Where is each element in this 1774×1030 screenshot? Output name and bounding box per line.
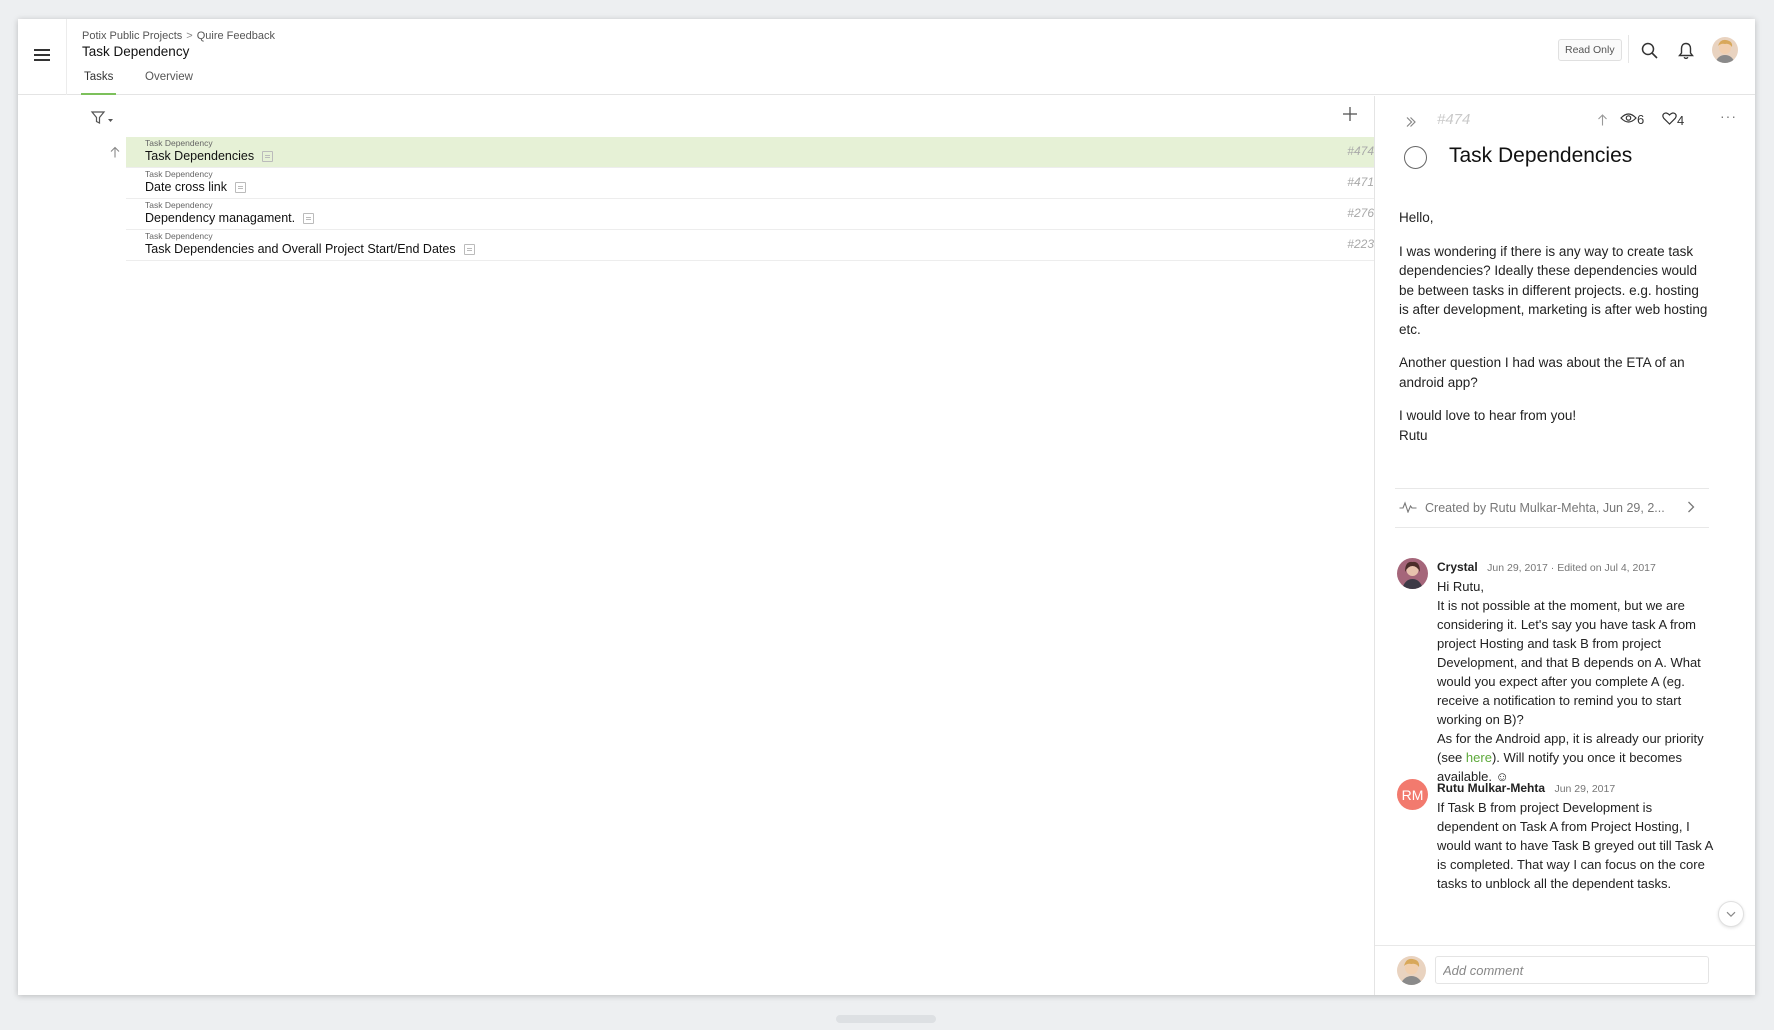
note-icon — [262, 150, 274, 162]
comment-paragraph: It is not possible at the moment, but we… — [1437, 598, 1701, 727]
task-description: Hello, I was wondering if there is any w… — [1399, 208, 1709, 445]
collapse-panel-icon[interactable] — [1405, 115, 1417, 133]
comment-body: If Task B from project Development is de… — [1437, 800, 1713, 891]
task-name[interactable]: Date cross link — [145, 180, 246, 194]
task-name[interactable]: Task Dependencies and Overall Project St… — [145, 242, 475, 256]
description-paragraph: Another question I had was about the ETA… — [1399, 355, 1685, 390]
comment-author[interactable]: Crystal — [1437, 560, 1478, 574]
task-row[interactable]: Task Dependency Task Dependencies and Ov… — [126, 230, 1374, 261]
comment-date: Jun 29, 2017 — [1554, 783, 1616, 795]
task-category: Task Dependency — [145, 231, 213, 241]
task-row[interactable]: Task Dependency Task Dependencies #474 — [126, 137, 1374, 168]
header-divider — [1628, 35, 1629, 63]
task-name-text: Date cross link — [145, 180, 227, 194]
comment-composer — [1375, 945, 1755, 995]
comment-date: Jun 29, 2017 · Edited on Jul 4, 2017 — [1487, 562, 1656, 574]
task-category: Task Dependency — [145, 169, 213, 179]
avatar — [1397, 956, 1426, 985]
tab-overview[interactable]: Overview — [145, 71, 193, 95]
breadcrumb-separator: > — [186, 30, 193, 42]
task-row[interactable]: Task Dependency Date cross link #471 — [126, 168, 1374, 199]
heart-icon — [1662, 112, 1677, 128]
task-list-panel: Task Dependency Task Dependencies #474 T… — [18, 96, 1374, 995]
task-row[interactable]: Task Dependency Dependency managament. #… — [126, 199, 1374, 230]
watchers-count[interactable]: 6 — [1620, 112, 1644, 127]
comment-author[interactable]: Rutu Mulkar-Mehta — [1437, 781, 1545, 795]
eye-icon — [1620, 112, 1637, 127]
task-detail-id: #474 — [1437, 111, 1471, 128]
arrow-up-icon[interactable] — [1596, 113, 1609, 131]
activity-text: Created by Rutu Mulkar-Mehta, Jun 29, 2.… — [1425, 501, 1665, 515]
task-detail-title[interactable]: Task Dependencies — [1449, 144, 1632, 168]
comment-paragraph: As for the Android app, it is already ou… — [1437, 729, 1717, 786]
page-title: Task Dependency — [82, 44, 190, 59]
chevron-right-icon — [1687, 501, 1695, 516]
description-paragraph: Hello, — [1399, 210, 1434, 225]
activity-icon — [1399, 500, 1417, 516]
description-paragraph: I was wondering if there is any way to c… — [1399, 243, 1708, 337]
task-name-text: Dependency managament. — [145, 211, 296, 225]
likes-number: 4 — [1677, 112, 1685, 128]
task-name-text: Task Dependencies and Overall Project St… — [145, 242, 456, 256]
add-comment-input[interactable] — [1435, 956, 1709, 984]
top-header: Potix Public Projects > Quire Feedback Tas… — [18, 19, 1755, 95]
comment-greeting: Hi Rutu, — [1437, 579, 1484, 594]
scroll-down-button[interactable] — [1718, 901, 1744, 927]
task-category: Task Dependency — [145, 138, 213, 148]
read-only-badge: Read Only — [1558, 39, 1622, 61]
arrow-up-icon[interactable] — [109, 145, 121, 158]
bell-icon[interactable] — [1678, 42, 1694, 65]
description-paragraph: I would love to hear from you! — [1399, 408, 1577, 423]
breadcrumb: Potix Public Projects > Quire Feedback — [82, 30, 275, 42]
comment-item: Crystal Jun 29, 2017 · Edited on Jul 4, … — [1397, 558, 1717, 784]
note-icon — [234, 181, 246, 193]
window-resize-handle[interactable] — [836, 1015, 936, 1023]
breadcrumb-item-organization[interactable]: Potix Public Projects — [82, 30, 182, 42]
add-task-icon[interactable] — [1342, 106, 1358, 122]
hamburger-menu-icon[interactable] — [34, 49, 50, 61]
activity-log[interactable]: Created by Rutu Mulkar-Mehta, Jun 29, 2.… — [1395, 488, 1709, 528]
likes-count[interactable]: 4 — [1662, 112, 1684, 128]
note-icon — [463, 243, 475, 255]
task-name-text: Task Dependencies — [145, 149, 255, 163]
task-id: #471 — [1347, 175, 1374, 189]
task-id: #276 — [1347, 206, 1374, 220]
header-divider — [66, 19, 67, 95]
breadcrumb-item-project[interactable]: Quire Feedback — [197, 30, 275, 42]
comment-header: Crystal Jun 29, 2017 · Edited on Jul 4, … — [1437, 558, 1656, 576]
task-category: Task Dependency — [145, 200, 213, 210]
comment-body: Hi Rutu, It is not possible at the momen… — [1437, 577, 1717, 786]
comment-item: RM Rutu Mulkar-Mehta Jun 29, 2017 If Tas… — [1397, 779, 1717, 909]
task-name[interactable]: Dependency managament. — [145, 211, 315, 225]
avatar: RM — [1397, 779, 1428, 810]
here-link[interactable]: here — [1466, 750, 1492, 765]
more-options-icon[interactable]: ··· — [1720, 108, 1737, 124]
description-paragraph: Rutu — [1399, 427, 1428, 443]
chevron-down-icon — [1726, 905, 1736, 923]
task-detail-panel: #474 6 4 ··· Task Dependencies Hello, I … — [1374, 96, 1755, 995]
task-name[interactable]: Task Dependencies — [145, 149, 274, 163]
filter-icon[interactable] — [90, 110, 118, 126]
note-icon — [303, 212, 315, 224]
task-id: #474 — [1347, 144, 1374, 158]
user-avatar[interactable] — [1712, 37, 1738, 63]
task-id: #223 — [1347, 237, 1374, 251]
app-window: Potix Public Projects > Quire Feedback Tas… — [18, 19, 1755, 995]
watchers-number: 6 — [1637, 112, 1645, 127]
search-icon[interactable] — [1641, 42, 1658, 64]
avatar — [1397, 558, 1428, 589]
complete-task-checkbox[interactable] — [1404, 146, 1427, 169]
comment-header: Rutu Mulkar-Mehta Jun 29, 2017 — [1437, 779, 1615, 797]
tab-tasks[interactable]: Tasks — [81, 71, 117, 95]
